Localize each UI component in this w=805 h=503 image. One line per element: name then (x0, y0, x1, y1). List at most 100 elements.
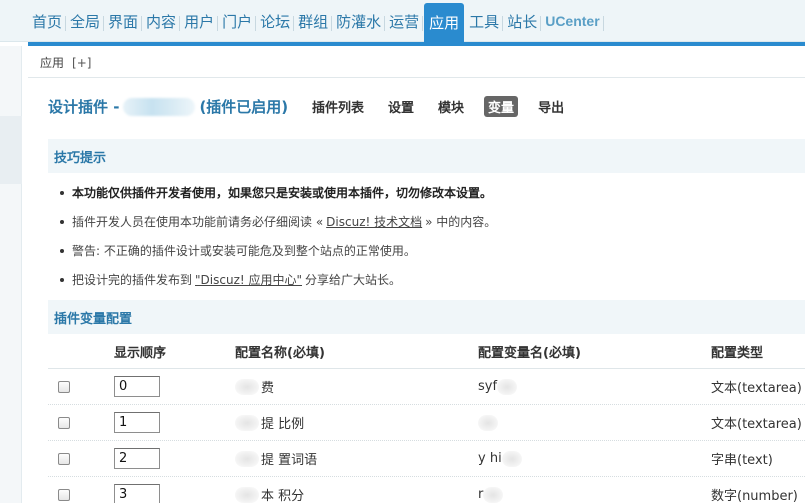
nav-item-6[interactable]: 论坛 (256, 0, 295, 42)
config-name: 提 比例 (261, 417, 305, 432)
order-cell: 0 (114, 369, 224, 404)
order-cell: 1 (114, 405, 224, 440)
nav-item-label: 论坛 (260, 12, 291, 31)
nav-separator (602, 16, 604, 31)
row-checkbox[interactable] (58, 416, 70, 429)
expand-toggle[interactable]: [+] (72, 56, 91, 70)
breadcrumb-label[interactable]: 应用 (40, 54, 64, 71)
plugin-name-redacted (123, 97, 196, 116)
type-cell: 文本(textarea) (711, 369, 805, 404)
row-checkbox[interactable] (58, 452, 70, 465)
var-cell: y hi (478, 441, 708, 476)
nav-underline (28, 42, 805, 46)
order-input[interactable]: 0 (114, 376, 160, 397)
vars-table: 显示顺序 配置名称(必填) 配置变量名(必填) 配置类型 0 费 syf 文本(tex… (48, 335, 805, 503)
config-type: 字串(text) (711, 453, 773, 468)
redacted-text (235, 414, 259, 431)
table-row: 2 提 置词语 y hi 字串(text) (48, 441, 805, 477)
tab-0[interactable]: 插件列表 (308, 96, 368, 117)
tip-text: » 中的内容。 (425, 215, 497, 229)
nav-item-label: UCenter (545, 13, 600, 29)
tip-item: 插件开发人员在使用本功能前请务必仔细阅读 «Discuz! 技术文档» 中的内容… (58, 207, 496, 236)
redacted-text (501, 450, 522, 467)
type-cell: 数字(number) (711, 477, 805, 503)
tips-list: 本功能仅供插件开发者使用，如果您只是安装或使用本插件，切勿修改本设置。 插件开发人… (58, 178, 496, 294)
nav-item-13[interactable]: UCenter (541, 0, 604, 42)
nav-item-label: 门户 (222, 12, 253, 31)
name-cell: 提 比例 (235, 405, 475, 440)
tab-3[interactable]: 变量 (484, 96, 519, 117)
nav-item-10[interactable]: 应用 (424, 3, 465, 42)
nav-item-label: 群组 (298, 12, 329, 31)
row-select (58, 405, 98, 440)
table-row: 3 本 积分 r 数字(number) (48, 477, 805, 503)
row-checkbox[interactable] (58, 380, 70, 393)
nav-item-7[interactable]: 群组 (294, 0, 333, 42)
tab-4[interactable]: 导出 (534, 96, 568, 117)
tip-link[interactable]: "Discuz! 应用中心" (195, 271, 302, 288)
top-navigation-bar: 首页 全局 界面 内容 用户 门户 论坛 群组 防灌水 运营 应用 工具 站长 UCenter (0, 0, 805, 42)
row-select (58, 441, 98, 476)
tip-text: 本功能仅供插件开发者使用，如果您只是安装或使用本插件，切勿修改本设置。 (72, 186, 493, 200)
nav-item-11[interactable]: 工具 (465, 0, 504, 42)
tip-link[interactable]: Discuz! 技术文档 (326, 213, 422, 230)
name-cell: 提 置词语 (235, 441, 475, 476)
config-name: 提 置词语 (261, 453, 318, 468)
nav-item-label: 界面 (108, 12, 139, 31)
nav-item-1[interactable]: 全局 (66, 0, 105, 42)
order-input[interactable]: 3 (114, 484, 160, 503)
col-type: 配置类型 (711, 346, 764, 361)
nav-item-3[interactable]: 内容 (142, 0, 181, 42)
nav-item-label: 内容 (146, 12, 177, 31)
nav-item-12[interactable]: 站长 (503, 0, 542, 42)
sidebar-highlight (0, 116, 22, 184)
table-row: 1 提 比例 文本(textarea) (48, 405, 805, 441)
main-content: 设计插件 - (插件已启用) 插件列表 设置 模块 变量 导出 技巧提示 本功能仅供插件… (28, 78, 805, 503)
nav-item-5[interactable]: 门户 (218, 0, 257, 42)
order-input[interactable]: 1 (114, 412, 160, 433)
tab-2[interactable]: 模块 (434, 96, 468, 117)
config-name: 本 积分 (261, 489, 305, 503)
name-cell: 费 (235, 369, 475, 404)
tip-item: 把设计完的插件发布到 "Discuz! 应用中心" 分享给广大站长。 (58, 265, 496, 294)
redacted-text (235, 378, 259, 395)
nav-item-label: 工具 (469, 12, 500, 31)
tip-item: 警告: 不正确的插件设计或安装可能危及到整个站点的正常使用。 (58, 236, 496, 265)
tip-text: 把设计完的插件发布到 (72, 273, 193, 287)
col-order: 显示顺序 (114, 346, 167, 361)
redacted-text (235, 486, 259, 503)
nav-item-label: 用户 (184, 12, 215, 31)
config-name: 费 (261, 381, 275, 396)
nav-item-8[interactable]: 防灌水 (332, 0, 386, 42)
row-checkbox[interactable] (58, 488, 70, 501)
config-type: 文本(textarea) (711, 381, 802, 396)
vars-heading: 插件变量配置 (48, 300, 805, 334)
nav-item-4[interactable]: 用户 (180, 0, 219, 42)
nav-item-label: 防灌水 (336, 12, 382, 31)
order-cell: 2 (114, 441, 224, 476)
nav-separator (422, 16, 424, 31)
order-cell: 3 (114, 477, 224, 503)
tip-text: 插件开发人员在使用本功能前请务必仔细阅读 « (72, 215, 324, 229)
nav-item-label: 应用 (429, 14, 460, 32)
config-var: syf (478, 379, 498, 394)
nav-item-9[interactable]: 运营 (385, 0, 424, 42)
table-row: 0 费 syf 文本(textarea) (48, 369, 805, 405)
type-cell: 字串(text) (711, 441, 805, 476)
tab-1[interactable]: 设置 (384, 96, 418, 117)
col-name: 配置名称(必填) (235, 346, 325, 361)
table-header: 显示顺序 配置名称(必填) 配置变量名(必填) 配置类型 (48, 335, 805, 369)
config-type: 数字(number) (711, 489, 798, 503)
name-cell: 本 积分 (235, 477, 475, 503)
nav-item-2[interactable]: 界面 (104, 0, 143, 42)
nav-item-0[interactable]: 首页 (28, 0, 67, 42)
breadcrumb: 应用 [+] (28, 48, 805, 78)
plugin-status: (插件已启用) (199, 98, 289, 116)
nav-item-label: 运营 (389, 12, 420, 31)
order-input[interactable]: 2 (114, 448, 160, 469)
config-type: 文本(textarea) (711, 417, 802, 432)
nav-item-label: 全局 (70, 12, 101, 31)
redacted-text (483, 486, 504, 503)
tip-text: 警告: 不正确的插件设计或安装可能危及到整个站点的正常使用。 (72, 244, 416, 258)
redacted-text (235, 450, 259, 467)
